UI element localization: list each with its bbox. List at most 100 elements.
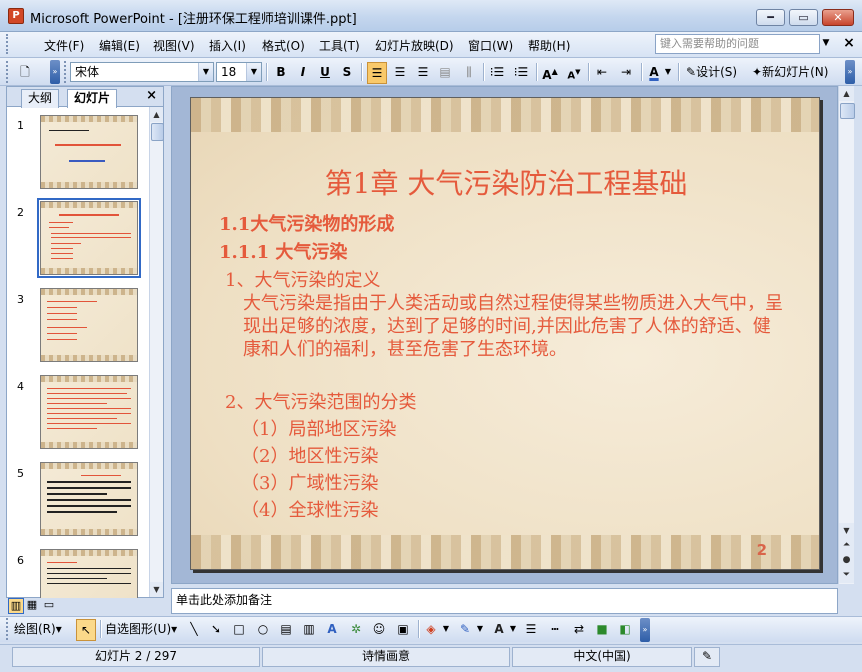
new-slide-button[interactable]: ✦新幻灯片(N): [752, 62, 828, 82]
slide-sorter-view-icon[interactable]: ▦: [25, 598, 39, 612]
clipart-icon[interactable]: ☺: [370, 619, 388, 639]
new-document-icon[interactable]: 🗋: [16, 62, 34, 82]
toolbar-options-icon[interactable]: »: [640, 618, 650, 642]
slide-text-line[interactable]: 1.1.1 大气污染: [219, 238, 347, 264]
arrow-style-icon[interactable]: ⇄: [570, 619, 588, 639]
chevron-down-icon[interactable]: ▼: [664, 62, 672, 82]
current-slide[interactable]: 第1章 大气污染防治工程基础 1.1大气污染物的形成 1.1.1 大气污染 1、…: [190, 97, 820, 570]
numbering-icon[interactable]: ⁝☰: [488, 62, 506, 82]
align-center-icon[interactable]: ☰: [391, 62, 409, 82]
slide-thumbnail-5[interactable]: [40, 462, 138, 536]
slide-thumbnail-2[interactable]: [37, 198, 141, 278]
italic-button[interactable]: I: [294, 62, 312, 82]
scroll-down-icon[interactable]: ▼: [839, 523, 854, 538]
chevron-down-icon[interactable]: ▼: [198, 63, 213, 81]
arrow-tool-icon[interactable]: ➘: [207, 619, 225, 639]
3d-style-icon[interactable]: ◧: [616, 619, 634, 639]
minimize-button[interactable]: ━: [756, 9, 785, 26]
scroll-up-icon[interactable]: ▲: [150, 107, 163, 122]
increase-indent-icon[interactable]: ⇥: [617, 62, 635, 82]
draw-menu-button[interactable]: 绘图(R)▾: [14, 619, 62, 639]
select-objects-icon[interactable]: ↖: [76, 619, 96, 641]
menu-file[interactable]: 文件(F): [44, 37, 84, 54]
bullets-icon[interactable]: ⁝☰: [512, 62, 530, 82]
maximize-button[interactable]: ▭: [789, 9, 818, 26]
menu-help[interactable]: 帮助(H): [528, 37, 570, 54]
slide-title[interactable]: 第1章 大气污染防治工程基础: [191, 162, 819, 202]
slide-text-line[interactable]: 1、大气污染的定义: [225, 266, 380, 292]
font-color-icon[interactable]: A: [490, 619, 508, 639]
slide-text-line[interactable]: （2）地区性污染: [241, 442, 378, 468]
slide-text-line[interactable]: 2、大气污染范围的分类: [225, 388, 416, 414]
toolbar-grip-icon[interactable]: [6, 61, 11, 83]
line-style-icon[interactable]: ☰: [522, 619, 540, 639]
slide-text-line[interactable]: （1）局部地区污染: [241, 415, 396, 441]
scroll-down-icon[interactable]: ▼: [150, 582, 163, 597]
decrease-indent-icon[interactable]: ⇤: [593, 62, 611, 82]
close-button[interactable]: ✕: [822, 9, 854, 26]
slideshow-view-icon[interactable]: ▭: [42, 598, 56, 612]
toolbar-options-icon[interactable]: »: [50, 60, 60, 84]
menu-edit[interactable]: 编辑(E): [99, 37, 140, 54]
slide-scrollbar[interactable]: ▲ ▼ ⏶ ● ⏷: [838, 86, 855, 584]
thumbnails-scrollbar[interactable]: ▲ ▼: [149, 107, 164, 597]
align-left-icon[interactable]: ☰: [367, 62, 387, 84]
line-color-icon[interactable]: ✎: [456, 619, 474, 639]
slide-text-line[interactable]: （3）广域性污染: [241, 469, 378, 495]
slide-text-line[interactable]: （4）全球性污染: [241, 496, 378, 522]
document-close-button[interactable]: ×: [840, 33, 858, 53]
menu-view[interactable]: 视图(V): [153, 37, 195, 54]
textbox-tool-icon[interactable]: ▤: [277, 619, 295, 639]
next-slide-icon[interactable]: ⏷: [839, 568, 854, 583]
menu-window[interactable]: 窗口(W): [468, 37, 513, 54]
font-color-icon[interactable]: A: [645, 62, 663, 82]
scrollbar-thumb[interactable]: [840, 103, 855, 119]
underline-button[interactable]: U: [316, 62, 334, 82]
picture-icon[interactable]: ▣: [394, 619, 412, 639]
chevron-down-icon[interactable]: ▼: [442, 619, 450, 639]
toolbar-grip-icon[interactable]: [64, 61, 69, 83]
select-object-icon[interactable]: ●: [839, 553, 854, 568]
slide-thumbnail-4[interactable]: [40, 375, 138, 449]
spelling-status-icon[interactable]: ✎: [694, 647, 720, 667]
grow-font-button[interactable]: A▲: [541, 62, 559, 82]
help-dropdown-icon[interactable]: ▼: [818, 34, 834, 54]
toolbar-grip-icon[interactable]: [6, 618, 11, 640]
tab-outline[interactable]: 大纲: [21, 89, 60, 108]
scrollbar-thumb[interactable]: [151, 123, 164, 141]
bold-button[interactable]: B: [272, 62, 290, 82]
shadow-style-icon[interactable]: ■: [593, 619, 611, 639]
text-direction-icon[interactable]: ⫼: [460, 62, 478, 82]
slide-thumbnail-3[interactable]: [40, 288, 138, 362]
menu-tools[interactable]: 工具(T): [319, 37, 360, 54]
help-search-input[interactable]: 键入需要帮助的问题: [655, 34, 820, 54]
notes-pane[interactable]: 单击此处添加备注: [171, 588, 838, 614]
toolbar-grip-icon[interactable]: [6, 34, 11, 54]
shrink-font-button[interactable]: A▼: [565, 62, 583, 82]
shadow-button[interactable]: S: [338, 62, 356, 82]
menu-slideshow[interactable]: 幻灯片放映(D): [375, 37, 454, 54]
normal-view-icon[interactable]: ▥: [8, 598, 24, 614]
wordart-icon[interactable]: A: [323, 619, 341, 639]
dash-style-icon[interactable]: ┅: [546, 619, 564, 639]
chevron-down-icon[interactable]: ▼: [509, 619, 517, 639]
autoshapes-button[interactable]: 自选图形(U)▾: [105, 619, 177, 639]
menu-insert[interactable]: 插入(I): [209, 37, 246, 54]
vertical-textbox-icon[interactable]: ▥: [300, 619, 318, 639]
toolbar-options-icon[interactable]: »: [845, 60, 855, 84]
slide-thumbnail-6[interactable]: [40, 549, 138, 598]
scroll-up-icon[interactable]: ▲: [839, 86, 854, 101]
oval-tool-icon[interactable]: ○: [254, 619, 272, 639]
design-button[interactable]: ✎设计(S): [686, 62, 737, 82]
tab-slides[interactable]: 幻灯片: [67, 89, 118, 108]
justify-icon[interactable]: ▤: [436, 62, 454, 82]
previous-slide-icon[interactable]: ⏶: [839, 538, 854, 553]
close-icon[interactable]: ×: [146, 88, 157, 103]
line-tool-icon[interactable]: ╲: [185, 619, 203, 639]
slide-thumbnail-1[interactable]: [40, 115, 138, 189]
chevron-down-icon[interactable]: ▼: [476, 619, 484, 639]
diagram-icon[interactable]: ✲: [347, 619, 365, 639]
menu-format[interactable]: 格式(O): [262, 37, 305, 54]
align-right-icon[interactable]: ☰: [414, 62, 432, 82]
font-name-combo[interactable]: 宋体 ▼: [70, 62, 214, 82]
